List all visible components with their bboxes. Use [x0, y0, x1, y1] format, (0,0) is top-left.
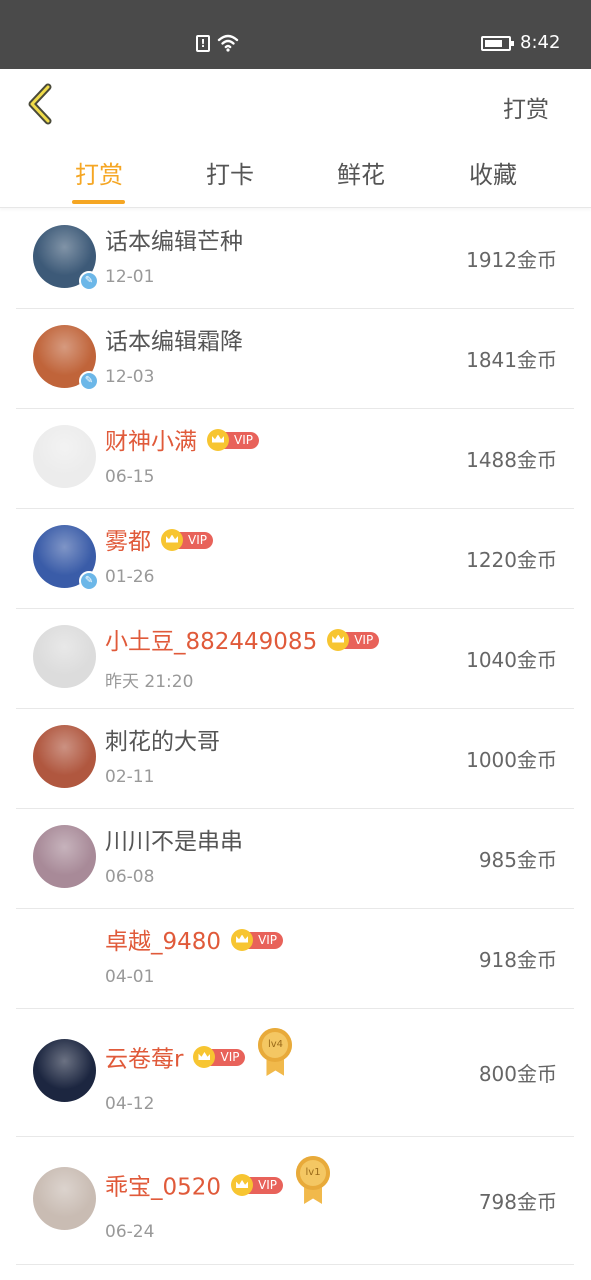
username: 云卷莓r	[105, 1046, 184, 1073]
reward-amount: 1841金币	[466, 348, 557, 372]
reward-row[interactable]: 卓越_9480 VIP 04-01 918金币	[16, 908, 574, 1009]
author-badge-icon: ✎	[79, 271, 99, 291]
reward-row[interactable]: 乖宝_0520 VIP lv1 06-24 798金币	[16, 1136, 574, 1265]
header-title[interactable]: 打赏	[503, 90, 549, 124]
reward-row-name: 话本编辑芒种	[105, 222, 243, 256]
reward-amount: 1000金币	[466, 748, 557, 772]
avatar[interactable]	[33, 925, 96, 988]
username: 小土豆_882449085	[105, 629, 318, 655]
reward-row-name: 话本编辑霜降	[105, 322, 243, 356]
reward-row-name: 乖宝_0520 VIP lv1	[105, 1156, 331, 1212]
reward-date: 06-08	[105, 867, 155, 887]
avatar[interactable]	[33, 1167, 96, 1230]
crown-icon	[327, 628, 350, 651]
reward-date: 06-24	[105, 1222, 155, 1242]
reward-row[interactable]: 川川不是串串 06-08 985金币	[16, 808, 574, 909]
reward-amount: 985金币	[478, 848, 557, 872]
avatar[interactable]	[33, 625, 96, 688]
tab-favorites[interactable]: 收藏	[448, 155, 538, 190]
reward-amount: 918金币	[478, 948, 557, 972]
reward-date: 04-01	[105, 967, 155, 987]
header: 打赏	[0, 69, 591, 139]
crown-icon	[207, 428, 229, 451]
avatar[interactable]	[33, 725, 96, 788]
reward-amount: 1040金币	[466, 648, 557, 672]
username: 乖宝_0520	[105, 1174, 222, 1201]
username: 话本编辑霜降	[105, 329, 243, 355]
reward-row[interactable]: 云卷莓r VIP lv4 04-12 800金币	[16, 1008, 574, 1137]
chevron-left-icon[interactable]	[20, 81, 60, 127]
reward-date: 04-12	[105, 1094, 155, 1114]
reward-amount: 1488金币	[466, 448, 557, 472]
reward-row-name: 刺花的大哥	[105, 722, 220, 756]
username: 雾都	[105, 529, 151, 555]
reward-amount: 798金币	[478, 1190, 557, 1214]
crown-icon	[161, 528, 183, 551]
avatar[interactable]	[33, 425, 96, 488]
reward-date: 06-15	[105, 467, 155, 487]
vip-badge: VIP	[193, 1046, 246, 1068]
reward-amount: 800金币	[478, 1062, 557, 1086]
wifi-icon	[217, 34, 239, 52]
avatar[interactable]	[33, 825, 96, 888]
level-medal-icon: lv4	[257, 1028, 293, 1076]
vip-badge: VIP	[161, 528, 213, 551]
reward-row[interactable]: ✎ 话本编辑芒种 12-01 1912金币	[16, 208, 574, 309]
status-bar: ! 8:42	[0, 0, 591, 69]
reward-row-name: 云卷莓r VIP lv4	[105, 1028, 293, 1084]
medal-level-label: lv4	[258, 1028, 293, 1062]
reward-row[interactable]: 刺花的大哥 02-11 1000金币	[16, 708, 574, 809]
battery-icon	[481, 36, 514, 51]
vip-badge: VIP	[231, 1174, 284, 1196]
author-badge-icon: ✎	[79, 371, 99, 391]
vip-badge: VIP	[327, 628, 380, 651]
reward-amount: 1220金币	[466, 548, 557, 572]
username: 刺花的大哥	[105, 729, 220, 755]
crown-icon	[231, 928, 254, 951]
username: 卓越_9480	[105, 929, 222, 955]
vip-badge: VIP	[207, 428, 259, 451]
reward-date: 02-11	[105, 767, 155, 787]
reward-date: 12-03	[105, 367, 155, 387]
sim-alert-icon: !	[196, 35, 210, 52]
tab-bar: 打赏 打卡 鲜花 收藏	[0, 139, 591, 208]
tab-reward[interactable]: 打赏	[54, 155, 144, 190]
crown-icon	[231, 1174, 254, 1196]
vip-badge: VIP	[231, 928, 284, 951]
reward-date: 昨天 21:20	[105, 672, 194, 692]
reward-date: 12-01	[105, 267, 155, 287]
avatar[interactable]	[33, 1039, 96, 1102]
tab-indicator	[72, 200, 125, 204]
reward-row[interactable]: ✎ 话本编辑霜降 12-03 1841金币	[16, 308, 574, 409]
reward-row-name: 雾都 VIP	[105, 522, 213, 556]
username: 财神小满	[105, 429, 197, 455]
reward-row-name: 川川不是串串	[105, 822, 243, 856]
medal-level-label: lv1	[296, 1156, 331, 1190]
reward-row[interactable]: 财神小满 VIP 06-15 1488金币	[16, 408, 574, 509]
reward-row[interactable]: 小土豆_882449085 VIP 昨天 21:20 1040金币	[16, 608, 574, 709]
status-time: 8:42	[520, 32, 561, 53]
reward-row[interactable]: ✎ 雾都 VIP 01-26 1220金币	[16, 508, 574, 609]
reward-date: 01-26	[105, 567, 155, 587]
username: 话本编辑芒种	[105, 229, 243, 255]
reward-row-name: 卓越_9480 VIP	[105, 922, 284, 956]
author-badge-icon: ✎	[79, 571, 99, 591]
username: 川川不是串串	[105, 829, 243, 855]
reward-amount: 1912金币	[466, 248, 557, 272]
reward-row-name: 财神小满 VIP	[105, 422, 259, 456]
reward-row-name: 小土豆_882449085 VIP	[105, 622, 380, 656]
tab-checkin[interactable]: 打卡	[185, 155, 275, 190]
level-medal-icon: lv1	[295, 1156, 331, 1204]
tab-flowers[interactable]: 鲜花	[316, 155, 406, 190]
